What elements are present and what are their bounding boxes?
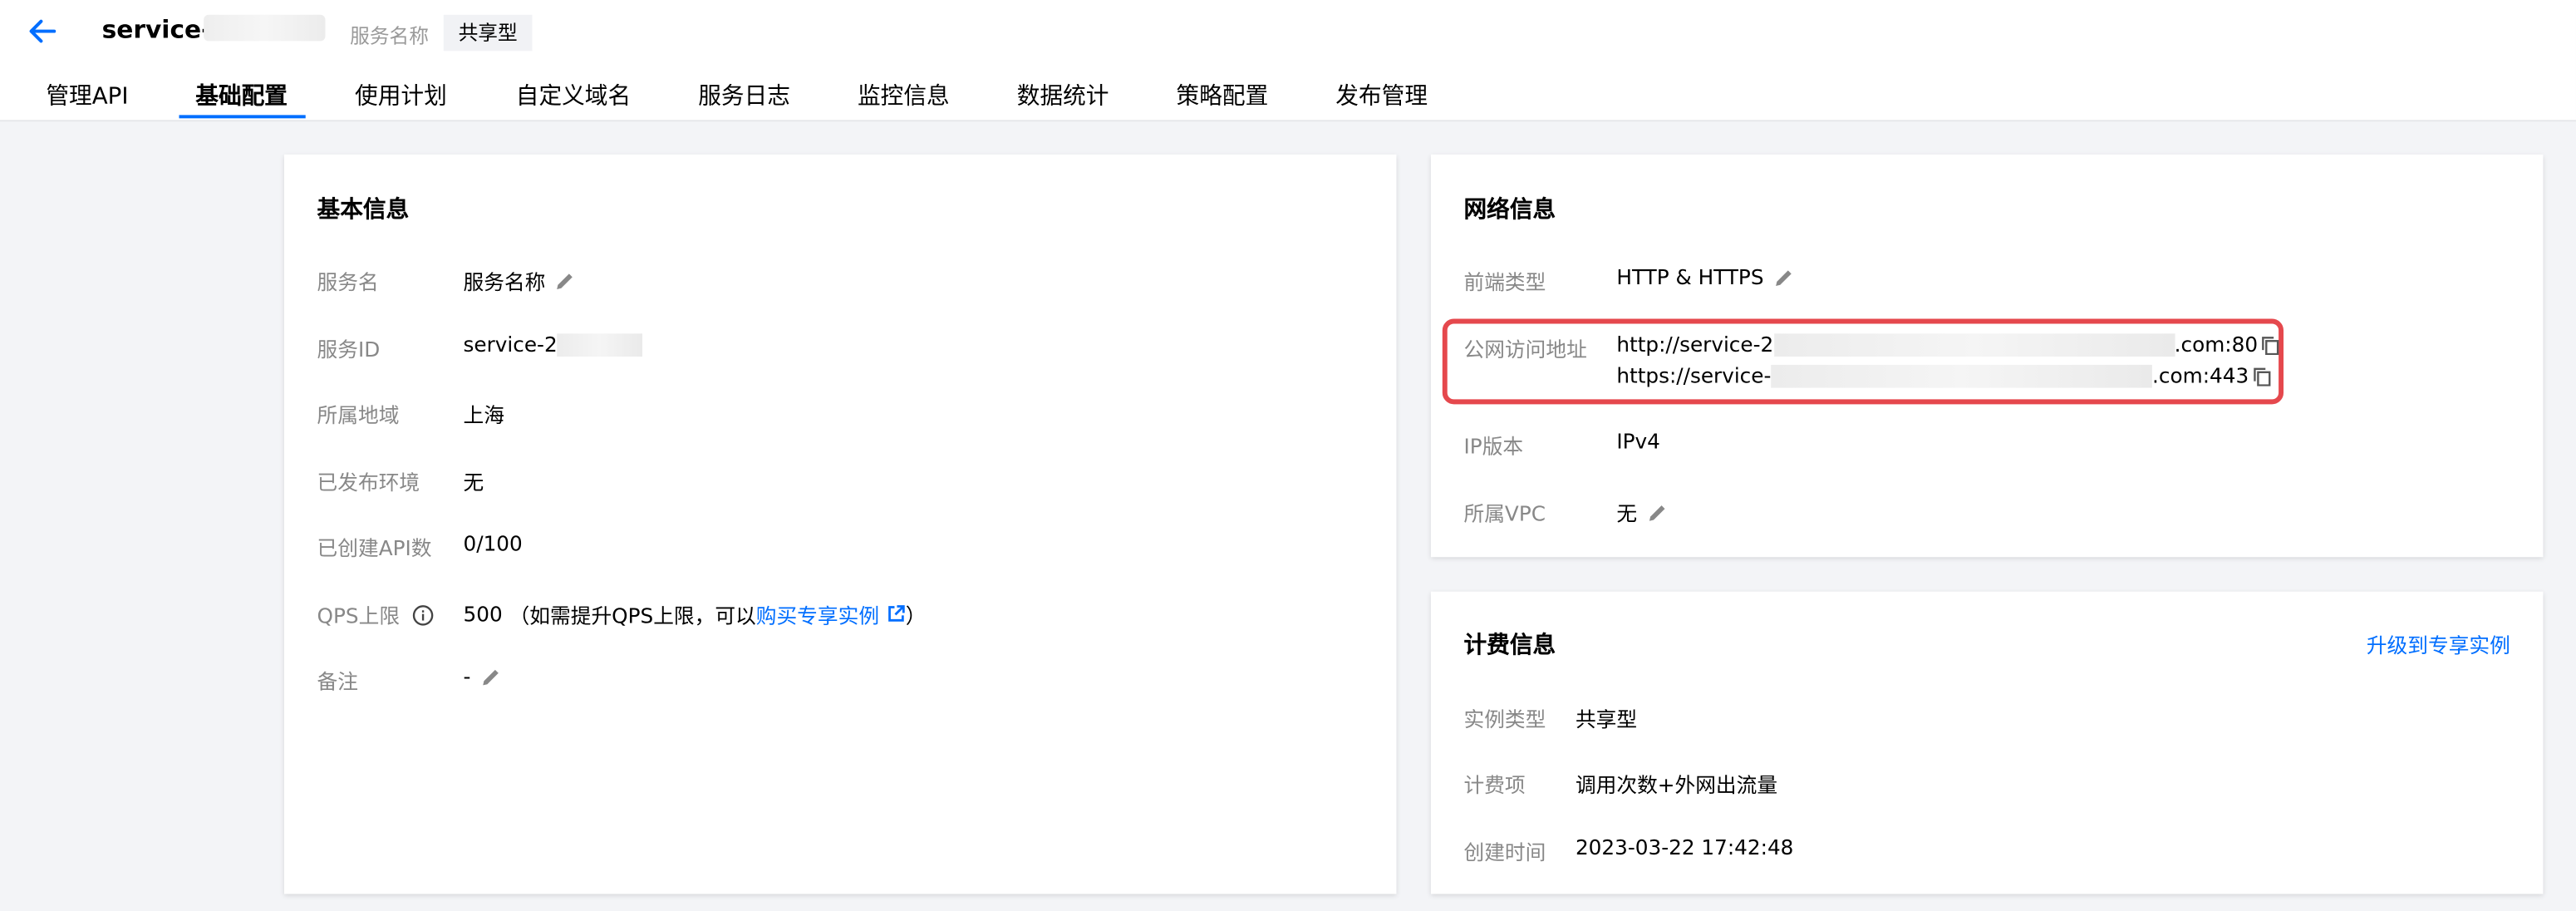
billing-item-value: 调用次数+外网出流量 bbox=[1575, 772, 1778, 797]
tab-service-log[interactable]: 服务日志 bbox=[698, 79, 790, 112]
copy-icon[interactable] bbox=[2261, 334, 2281, 355]
service-id-label: 服务ID bbox=[317, 337, 381, 362]
edit-pencil-icon[interactable] bbox=[1647, 502, 1667, 522]
http-address-suffix: .com:80 bbox=[2174, 332, 2259, 357]
qps-note-suffix: ） bbox=[905, 603, 927, 628]
basic-info-card: 基本信息 服务名 服务名称 服务ID service-2 所属地域 上海 已发布… bbox=[284, 154, 1397, 894]
qps-limit-label-row: QPS上限 bbox=[317, 598, 435, 630]
edit-pencil-icon[interactable] bbox=[1773, 267, 1793, 287]
redacted-https-address bbox=[1771, 363, 2153, 387]
edit-pencil-icon[interactable] bbox=[555, 270, 575, 290]
service-title: service- bbox=[101, 14, 212, 45]
service-id-value: service-2 bbox=[463, 332, 558, 357]
https-address-row: https://service- .com:443 bbox=[1616, 363, 2272, 388]
billing-item-label: 计费项 bbox=[1463, 772, 1526, 797]
https-address-prefix: https://service- bbox=[1616, 362, 1772, 388]
service-type-badge: 共享型 bbox=[443, 14, 533, 52]
qps-limit-value: 500 bbox=[463, 601, 503, 627]
network-info-card: 网络信息 前端类型 HTTP & HTTPS 公网访问地址 http://ser… bbox=[1430, 154, 2544, 558]
vpc-label: 所属VPC bbox=[1463, 500, 1546, 526]
vpc-value: 无 bbox=[1616, 500, 1638, 526]
frontend-type-label: 前端类型 bbox=[1463, 269, 1546, 294]
remark-value: - bbox=[463, 663, 471, 689]
api-count-label: 已创建API数 bbox=[317, 535, 432, 561]
service-name-label: 服务名 bbox=[317, 269, 379, 294]
qps-note-prefix: （如需提升QPS上限，可以 bbox=[509, 603, 756, 628]
http-address-row: http://service-2 .com:80 bbox=[1616, 332, 2280, 357]
external-link-icon[interactable] bbox=[887, 605, 906, 623]
tab-policy-config[interactable]: 策略配置 bbox=[1177, 79, 1269, 112]
copy-icon[interactable] bbox=[2252, 366, 2272, 386]
tab-manage-api[interactable]: 管理API bbox=[46, 79, 128, 112]
billing-info-title: 计费信息 bbox=[1463, 633, 1556, 659]
basic-info-title: 基本信息 bbox=[317, 197, 410, 224]
region-label: 所属地域 bbox=[317, 402, 400, 428]
upgrade-to-dedicated-link[interactable]: 升级到专享实例 bbox=[2367, 628, 2510, 659]
ip-version-label: IP版本 bbox=[1463, 433, 1524, 459]
published-env-label: 已发布环境 bbox=[317, 470, 420, 495]
created-time-label: 创建时间 bbox=[1463, 840, 1546, 864]
service-name-value-row: 服务名称 bbox=[464, 264, 575, 296]
edit-pencil-icon[interactable] bbox=[480, 667, 500, 687]
redacted-http-address bbox=[1773, 332, 2175, 357]
instance-type-label: 实例类型 bbox=[1463, 707, 1546, 731]
page-header: service- 服务名称 共享型 管理API 基础配置 使用计划 自定义域名 … bbox=[0, 0, 2576, 122]
buy-dedicated-instance-link[interactable]: 购买专享实例 bbox=[756, 598, 879, 630]
tab-statistics[interactable]: 数据统计 bbox=[1017, 79, 1109, 112]
public-address-label: 公网访问地址 bbox=[1463, 337, 1587, 362]
tab-release-management[interactable]: 发布管理 bbox=[1335, 79, 1428, 112]
ip-version-value: IPv4 bbox=[1616, 428, 1660, 454]
back-arrow-icon[interactable] bbox=[25, 13, 61, 49]
instance-type-value: 共享型 bbox=[1575, 707, 1638, 731]
vpc-value-row: 无 bbox=[1616, 496, 1666, 528]
tab-basic-config[interactable]: 基础配置 bbox=[195, 79, 288, 112]
http-address-prefix: http://service-2 bbox=[1616, 332, 1774, 357]
info-circle-icon[interactable] bbox=[413, 605, 435, 627]
service-name-value: 服务名称 bbox=[463, 269, 546, 294]
billing-info-card: 计费信息 升级到专享实例 实例类型 共享型 计费项 调用次数+外网出流量 创建时… bbox=[1430, 591, 2544, 894]
remark-value-row: - bbox=[463, 663, 501, 689]
region-value: 上海 bbox=[463, 402, 504, 428]
redacted-service-id bbox=[557, 332, 643, 357]
tab-monitoring[interactable]: 监控信息 bbox=[858, 79, 950, 112]
remark-label: 备注 bbox=[317, 668, 359, 694]
network-info-title: 网络信息 bbox=[1463, 197, 1556, 224]
created-time-value: 2023-03-22 17:42:48 bbox=[1575, 835, 1794, 859]
https-address-suffix: .com:443 bbox=[2152, 362, 2249, 388]
tab-usage-plan[interactable]: 使用计划 bbox=[355, 79, 447, 112]
tab-custom-domain[interactable]: 自定义域名 bbox=[516, 79, 631, 112]
published-env-value: 无 bbox=[463, 470, 484, 495]
redacted-service-suffix bbox=[204, 14, 326, 42]
frontend-type-value: HTTP & HTTPS bbox=[1616, 264, 1764, 289]
api-count-value: 0/100 bbox=[463, 530, 523, 556]
service-name-label: 服务名称 bbox=[350, 24, 430, 48]
frontend-type-value-row: HTTP & HTTPS bbox=[1616, 264, 1793, 289]
active-tab-indicator bbox=[179, 115, 306, 119]
service-id-value-row: service-2 bbox=[464, 332, 643, 357]
qps-limit-value-row: 500 （如需提升QPS上限，可以 购买专享实例 ） bbox=[464, 598, 927, 630]
qps-limit-label: QPS上限 bbox=[317, 603, 401, 628]
